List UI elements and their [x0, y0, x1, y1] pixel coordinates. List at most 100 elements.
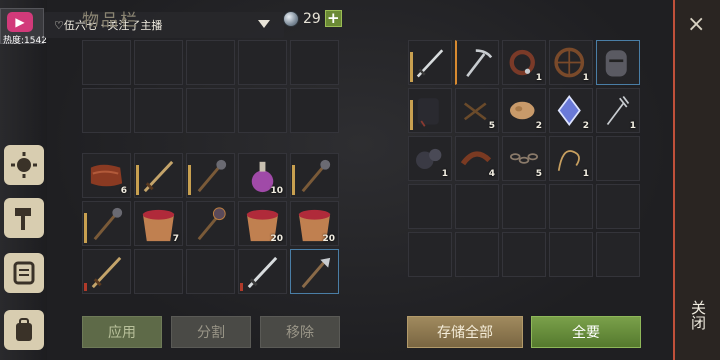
- slot-empty[interactable]: [408, 184, 452, 229]
- item-count: 10: [270, 186, 283, 196]
- slot-knight-helmet[interactable]: [596, 40, 640, 85]
- slot-steel-sword[interactable]: [238, 249, 287, 294]
- slot-pickaxe[interactable]: [455, 40, 499, 85]
- slot-empty[interactable]: [186, 249, 235, 294]
- slot-empty[interactable]: [134, 40, 183, 85]
- slot-trident-fork[interactable]: 1: [596, 88, 640, 133]
- currency-display: 29 +: [283, 10, 342, 27]
- scroll-quest-icon[interactable]: [4, 253, 44, 293]
- halberd-icon: [301, 257, 331, 289]
- slot-empty[interactable]: [596, 184, 640, 229]
- durability-bar: [188, 165, 191, 195]
- close-label[interactable]: 关闭: [689, 300, 709, 330]
- slot-wheel[interactable]: 1: [549, 40, 593, 85]
- slot-mace[interactable]: [82, 201, 131, 246]
- close-icon[interactable]: ×: [687, 12, 705, 37]
- slot-berry-bucket[interactable]: 7: [134, 201, 183, 246]
- slot-empty[interactable]: [502, 232, 546, 277]
- slot-morningstar[interactable]: [186, 201, 235, 246]
- item-count: 1: [582, 169, 589, 179]
- morningstar-icon: [197, 207, 226, 241]
- slot-empty[interactable]: [549, 184, 593, 229]
- slot-leather[interactable]: 6: [82, 153, 131, 198]
- slot-crystal[interactable]: 2: [549, 88, 593, 133]
- store-all-button[interactable]: 存储全部: [407, 316, 523, 348]
- item-count: 6: [120, 186, 127, 196]
- slot-potion[interactable]: 10: [238, 153, 287, 198]
- slot-empty[interactable]: [549, 232, 593, 277]
- slot-empty[interactable]: [238, 40, 287, 85]
- slot-wooden-sword[interactable]: [134, 153, 183, 198]
- slot-seeds[interactable]: 2: [502, 88, 546, 133]
- slot-empty[interactable]: [408, 232, 452, 277]
- steel-sword-icon: [247, 256, 278, 289]
- slot-empty[interactable]: [596, 136, 640, 181]
- knight-helmet-icon: [605, 50, 627, 77]
- hammer-icon[interactable]: [4, 198, 44, 238]
- item-count: 7: [172, 234, 179, 244]
- inventory-title: 物品栏: [82, 11, 139, 31]
- slot-empty[interactable]: [502, 184, 546, 229]
- slot-empty[interactable]: [186, 88, 235, 133]
- mace-icon: [93, 207, 123, 241]
- durability-bar: [410, 100, 413, 130]
- mace-icon: [301, 159, 331, 193]
- slot-mace[interactable]: [290, 153, 339, 198]
- slot-berry-bucket[interactable]: 20: [238, 201, 287, 246]
- backpack-icon[interactable]: [4, 310, 44, 350]
- item-count: 1: [535, 73, 542, 83]
- item-count: 1: [441, 169, 448, 179]
- item-count: 20: [270, 234, 283, 244]
- storage-grid: 1 1 5 2 2 1 1 4 5 1: [408, 40, 640, 277]
- slot-empty[interactable]: [455, 184, 499, 229]
- settings-sun-icon[interactable]: [4, 145, 44, 185]
- slot-crossed-sticks[interactable]: 5: [455, 88, 499, 133]
- durability-bar: [292, 165, 295, 195]
- live-badge[interactable]: ▶ 热度:1542: [0, 8, 47, 46]
- slot-collar[interactable]: 1: [502, 40, 546, 85]
- slot-berry-bucket[interactable]: 20: [290, 201, 339, 246]
- slot-empty[interactable]: [186, 40, 235, 85]
- item-count: 20: [322, 234, 335, 244]
- slot-empty[interactable]: [596, 232, 640, 277]
- slot-empty[interactable]: [134, 249, 183, 294]
- durability-bar: [240, 283, 243, 291]
- slot-dark-armor[interactable]: [408, 88, 452, 133]
- slot-empty[interactable]: [82, 40, 131, 85]
- take-all-button[interactable]: 全要: [531, 316, 641, 348]
- sidebar: [0, 0, 47, 360]
- slot-empty[interactable]: [82, 88, 131, 133]
- add-gem-button[interactable]: +: [324, 10, 342, 27]
- apply-button[interactable]: 应用: [82, 316, 162, 348]
- durability-bar: [136, 165, 139, 195]
- gem-icon: [283, 10, 299, 27]
- wooden-sword-icon: [143, 160, 174, 193]
- slot-gears[interactable]: 1: [408, 136, 452, 181]
- slot-rope[interactable]: 1: [549, 136, 593, 181]
- mace-icon: [197, 159, 227, 193]
- slot-empty[interactable]: [290, 40, 339, 85]
- remove-button[interactable]: 移除: [260, 316, 340, 348]
- close-panel[interactable]: × 关闭: [673, 0, 720, 360]
- item-count: 2: [535, 121, 542, 131]
- slot-chain[interactable]: 5: [502, 136, 546, 181]
- chevron-down-icon[interactable]: [258, 20, 270, 28]
- slot-empty[interactable]: [238, 88, 287, 133]
- slot-steel-sword[interactable]: [408, 40, 452, 85]
- slot-mace[interactable]: [186, 153, 235, 198]
- item-count: 4: [488, 169, 495, 179]
- slot-leather-strap[interactable]: 4: [455, 136, 499, 181]
- item-count: 5: [488, 121, 495, 131]
- slot-halberd[interactable]: [290, 249, 339, 294]
- slot-empty[interactable]: [290, 88, 339, 133]
- durability-bar: [84, 283, 87, 291]
- dark-armor-icon: [417, 98, 439, 127]
- durability-bar: [84, 213, 87, 243]
- streamer-follow-bar[interactable]: ♡伍六七 · 关注了主播: [44, 12, 284, 38]
- live-stream-icon: ▶: [7, 12, 33, 32]
- slot-wooden-sword[interactable]: [82, 249, 131, 294]
- wooden-sword-icon: [91, 256, 122, 289]
- split-button[interactable]: 分割: [171, 316, 251, 348]
- slot-empty[interactable]: [455, 232, 499, 277]
- slot-empty[interactable]: [134, 88, 183, 133]
